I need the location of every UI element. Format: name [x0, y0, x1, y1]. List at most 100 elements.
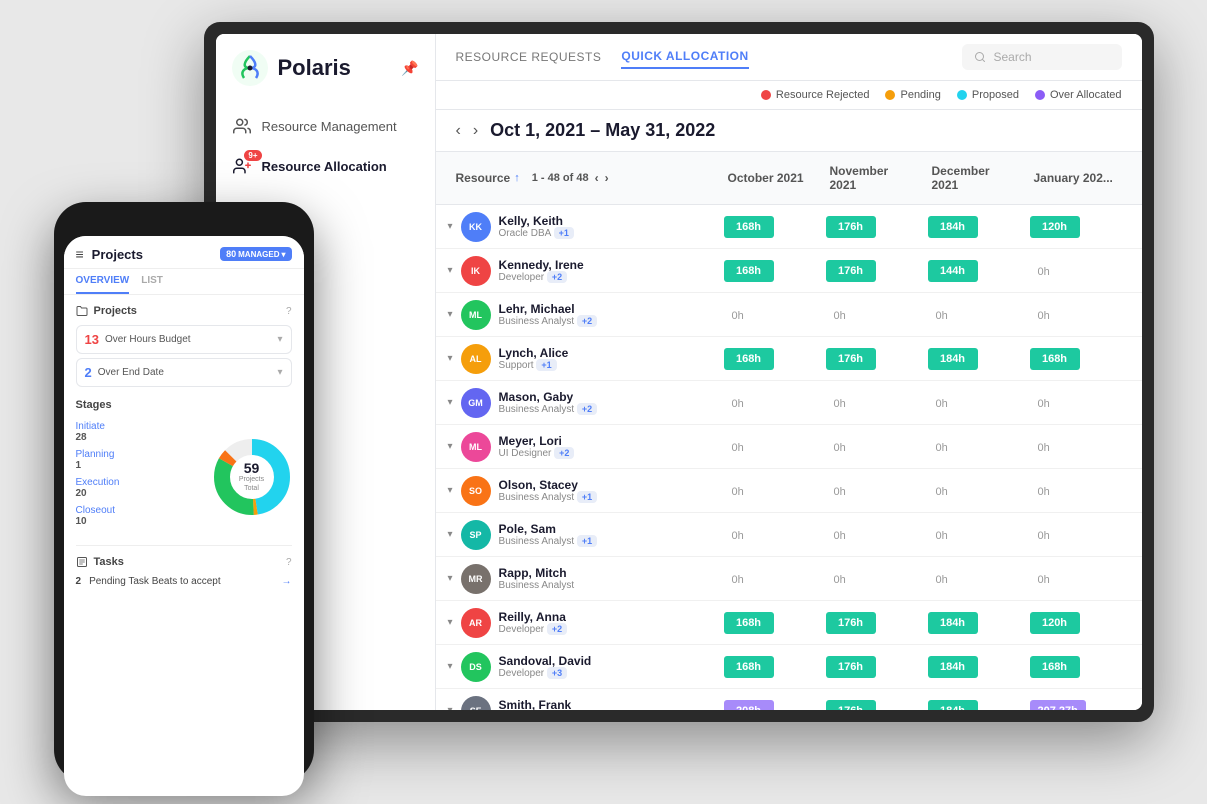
search-box[interactable]: Search: [962, 44, 1122, 70]
cell-jan: 168h: [1022, 650, 1142, 684]
mobile-tab-overview[interactable]: OVERVIEW: [76, 275, 130, 294]
hours-zero: 0h: [928, 569, 956, 591]
hours-zero: 0h: [724, 569, 752, 591]
row-chevron-icon[interactable]: ▾: [448, 265, 453, 276]
chevron-down-icon: ▾: [281, 250, 285, 259]
sort-icon[interactable]: ↑: [514, 172, 520, 184]
mobile-stat-over-date[interactable]: 2 Over End Date ▾: [76, 358, 292, 387]
table-row: ▾ AL Lynch, Alice Support +1 168h 176h 1…: [436, 337, 1142, 381]
resource-info: Sandoval, David Developer +3: [499, 654, 592, 679]
people-icon: [232, 116, 252, 136]
plus-badge: +2: [577, 315, 597, 327]
legend-proposed: Proposed: [957, 89, 1019, 101]
resource-name: Rapp, Mitch: [499, 566, 575, 580]
next-arrow[interactable]: ›: [473, 123, 478, 139]
tab-resource-requests[interactable]: RESOURCE REQUESTS: [456, 46, 602, 68]
help-icon[interactable]: ?: [286, 306, 292, 317]
resource-cell-name: ▾ ML Meyer, Lori UI Designer +2: [436, 426, 716, 468]
resource-role: Oracle DBA +1: [499, 228, 574, 239]
mobile-tab-list[interactable]: LIST: [141, 275, 163, 294]
resource-info: Kelly, Keith Oracle DBA +1: [499, 214, 574, 239]
col-nov: November 2021: [818, 160, 920, 196]
row-chevron-icon[interactable]: ▾: [448, 573, 453, 584]
resource-info: Mason, Gaby Business Analyst +2: [499, 390, 598, 415]
resource-name: Reilly, Anna: [499, 610, 568, 624]
stage-closeout: Closeout 10: [76, 505, 200, 527]
row-chevron-icon[interactable]: ▾: [448, 529, 453, 540]
resource-name: Meyer, Lori: [499, 434, 575, 448]
row-chevron-icon[interactable]: ▾: [448, 353, 453, 364]
cell-jan: 120h: [1022, 210, 1142, 244]
sidebar-item-resource-management[interactable]: Resource Management: [216, 106, 435, 146]
hours-zero: 0h: [826, 393, 854, 415]
cell-oct: 0h: [716, 300, 818, 330]
cell-oct: 0h: [716, 388, 818, 418]
sidebar-logo: Polaris 📌: [216, 50, 435, 106]
row-chevron-icon[interactable]: ▾: [448, 309, 453, 320]
resource-info: Kennedy, Irene Developer +2: [499, 258, 584, 283]
sidebar-item-resource-allocation[interactable]: 9+ Resource Allocation: [216, 146, 435, 186]
table-header: Resource ↑ 1 - 48 of 48 ‹ › October 2021…: [436, 152, 1142, 205]
mobile-screen: ≡ Projects 80 MANAGED ▾ OVERVIEW LIST: [64, 236, 304, 796]
col-dec: December 2021: [920, 160, 1022, 196]
resource-info: Rapp, Mitch Business Analyst: [499, 566, 575, 591]
legend-rejected: Resource Rejected: [761, 89, 870, 101]
pag-next[interactable]: ›: [605, 171, 609, 185]
resource-name: Sandoval, David: [499, 654, 592, 668]
hours-zero: 0h: [1030, 569, 1058, 591]
col-jan: January 202...: [1022, 160, 1142, 196]
avatar: IK: [461, 256, 491, 286]
cell-nov: 0h: [818, 564, 920, 594]
hours-zero: 0h: [826, 525, 854, 547]
table-row: ▾ MR Rapp, Mitch Business Analyst 0h 0h …: [436, 557, 1142, 601]
plus-badge: +1: [536, 359, 556, 371]
cell-jan: 0h: [1022, 476, 1142, 506]
resource-name: Lynch, Alice: [499, 346, 569, 360]
hours-bar: 176h: [826, 700, 876, 711]
cell-nov: 176h: [818, 694, 920, 711]
hours-bar: 184h: [928, 612, 978, 634]
hours-bar: 168h: [1030, 656, 1080, 678]
col-oct: October 2021: [716, 160, 818, 196]
cell-jan: 0h: [1022, 520, 1142, 550]
row-chevron-icon[interactable]: ▾: [448, 661, 453, 672]
tab-quick-allocation[interactable]: QUICK ALLOCATION: [621, 45, 748, 69]
hours-zero: 0h: [724, 481, 752, 503]
plus-badge: +1: [577, 535, 597, 547]
cell-dec: 184h: [920, 694, 1022, 711]
row-chevron-icon[interactable]: ▾: [448, 617, 453, 628]
row-chevron-icon[interactable]: ▾: [448, 221, 453, 232]
stage-initiate: Initiate 28: [76, 421, 200, 443]
cell-oct: 208h: [716, 694, 818, 711]
avatar: AR: [461, 608, 491, 638]
resource-name: Kennedy, Irene: [499, 258, 584, 272]
pag-prev[interactable]: ‹: [595, 171, 599, 185]
mobile-stages-section: Stages Initiate 28 Planning 1: [76, 399, 292, 533]
mobile-stat-over-hours[interactable]: 13 Over Hours Budget ▾: [76, 325, 292, 354]
app-name: Polaris: [278, 55, 351, 81]
avatar: DS: [461, 652, 491, 682]
hours-bar: 120h: [1030, 612, 1080, 634]
polaris-logo-icon: [232, 50, 268, 86]
hours-zero: 0h: [724, 525, 752, 547]
row-chevron-icon[interactable]: ▾: [448, 397, 453, 408]
legend-pending-label: Pending: [900, 89, 940, 101]
cell-oct: 0h: [716, 432, 818, 462]
avatar: MR: [461, 564, 491, 594]
plus-badge: +2: [577, 403, 597, 415]
legend-over-allocated-label: Over Allocated: [1050, 89, 1122, 101]
task-arrow-icon[interactable]: →: [282, 576, 292, 587]
row-chevron-icon[interactable]: ▾: [448, 705, 453, 710]
col-resource: Resource ↑ 1 - 48 of 48 ‹ ›: [436, 160, 716, 196]
resource-role: Support +1: [499, 360, 569, 371]
prev-arrow[interactable]: ‹: [456, 123, 461, 139]
hamburger-icon[interactable]: ≡: [76, 246, 84, 262]
cell-jan: 120h: [1022, 606, 1142, 640]
tasks-help-icon[interactable]: ?: [286, 557, 292, 568]
donut-chart: 59 Projects Total: [212, 437, 292, 517]
cell-oct: 168h: [716, 606, 818, 640]
row-chevron-icon[interactable]: ▾: [448, 485, 453, 496]
row-chevron-icon[interactable]: ▾: [448, 441, 453, 452]
hours-zero: 0h: [928, 305, 956, 327]
resource-cell-name: ▾ DS Sandoval, David Developer +3: [436, 646, 716, 688]
